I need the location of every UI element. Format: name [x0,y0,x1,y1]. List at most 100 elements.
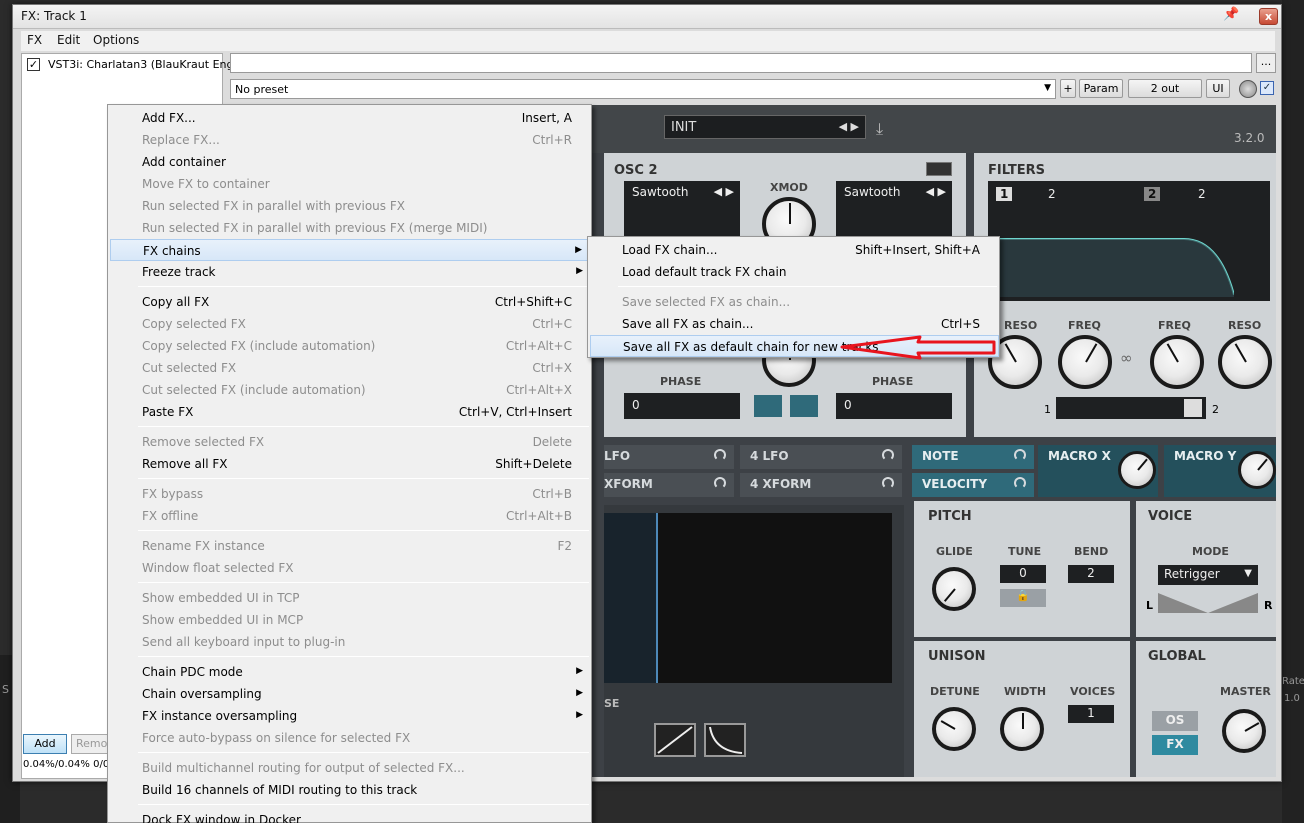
width-knob[interactable] [1000,707,1044,751]
menu-item-copy-all-fx[interactable]: Copy all FX Ctrl+Shift+C [110,291,591,313]
filter-slot-1[interactable]: 1 [996,187,1013,201]
mod-icon [882,449,894,461]
osc2-wave-left-display[interactable]: Sawtooth ◀ ▶ [624,181,740,241]
osc2-led[interactable] [926,162,952,176]
menu-item-fx-instance-oversampling[interactable]: FX instance oversampling ▶ [110,705,591,727]
filter-freq-left-knob[interactable] [1058,335,1112,389]
link-icon[interactable]: ∞ [1120,349,1133,367]
wave-nav-icon[interactable]: ◀ ▶ [714,185,734,198]
menu-item-build-multichannel-routing-for-output-of-selected-fx[interactable]: Build multichannel routing for output of… [110,757,591,779]
menu-item-chain-oversampling[interactable]: Chain oversampling ▶ [110,683,591,705]
detune-knob[interactable] [932,707,976,751]
add-fx-button[interactable]: Add [23,734,67,754]
velocity-mod-tab[interactable]: VELOCITY [912,473,1034,497]
macro-x-block[interactable]: MACRO X [1038,445,1158,497]
lfo-left-tab[interactable]: LFO [604,445,734,469]
glide-knob[interactable] [932,567,976,611]
menu-item-chain-pdc-mode[interactable]: Chain PDC mode ▶ [110,661,591,683]
voices-field[interactable]: 1 [1068,705,1114,723]
menu-item-fx-bypass[interactable]: FX bypass Ctrl+B [110,483,591,505]
fx-list-item[interactable]: ✓ VST3i: Charlatan3 (BlauKraut Eng... [25,57,244,75]
tune-field[interactable]: 0 [1000,565,1046,583]
menu-item-force-auto-bypass-on-silence-for-selected-fx[interactable]: Force auto-bypass on silence for selecte… [110,727,591,749]
menu-item-copy-selected-fx[interactable]: Copy selected FX Ctrl+C [110,313,591,335]
menu-item-save-selected-fx-as-chain[interactable]: Save selected FX as chain... [590,291,999,313]
menu-item-send-all-keyboard-input-to-plug-in[interactable]: Send all keyboard input to plug-in [110,631,591,653]
ui-button[interactable]: UI [1206,79,1230,98]
envelope-display[interactable] [604,513,892,683]
preset-nav-icon[interactable]: ◀ ▶ [839,120,859,133]
menu-item-cut-selected-fx-include-automation[interactable]: Cut selected FX (include automation) Ctrl… [110,379,591,401]
macro-y-block[interactable]: MACRO Y [1164,445,1276,497]
menu-item-load-default-track-fx-chain[interactable]: Load default track FX chain [590,261,999,283]
menu-item-fx-offline[interactable]: FX offline Ctrl+Alt+B [110,505,591,527]
menu-item-show-embedded-ui-in-tcp[interactable]: Show embedded UI in TCP [110,587,591,609]
filter-freq-right-knob[interactable] [1150,335,1204,389]
fx-name-field[interactable] [230,53,1252,73]
wet-knob-icon[interactable] [1239,80,1257,98]
menu-item-move-fx-to-container[interactable]: Move FX to container [110,173,591,195]
menu-item-fx-chains[interactable]: FX chains ▶ [110,239,591,261]
titlebar[interactable]: FX: Track 1 📌 x [13,5,1281,29]
menu-item-save-all-fx-as-chain[interactable]: Save all FX as chain... Ctrl+S [590,313,999,335]
macro-x-knob[interactable] [1118,451,1156,489]
filter-slot-2[interactable]: 2 [1144,187,1161,201]
menu-edit[interactable]: Edit [57,33,80,47]
menu-item-window-float-selected-fx[interactable]: Window float selected FX [110,557,591,579]
menu-item-load-fx-chain[interactable]: Load FX chain... Shift+Insert, Shift+A [590,239,999,261]
fx-toggle-button[interactable]: FX [1152,735,1198,755]
menu-item-paste-fx[interactable]: Paste FX Ctrl+V, Ctrl+Insert [110,401,591,423]
browse-button[interactable]: ... [1256,53,1276,73]
osc2-wave-right-display[interactable]: Sawtooth ◀ ▶ [836,181,952,241]
menu-item-add-fx[interactable]: Add FX... Insert, A [110,107,591,129]
voice-mode-dropdown[interactable]: Retrigger ▼ [1158,565,1258,585]
param-button[interactable]: Param [1079,79,1123,98]
macro-y-knob[interactable] [1238,451,1276,489]
download-icon[interactable]: ⤓ [876,119,883,139]
oversampling-button[interactable]: OS [1152,711,1198,731]
menu-item-show-embedded-ui-in-mcp[interactable]: Show embedded UI in MCP [110,609,591,631]
curve-exp-button[interactable] [704,723,746,757]
add-preset-button[interactable]: + [1060,79,1076,98]
lfo4-tab[interactable]: 4 LFO [740,445,902,469]
curve-linear-button[interactable] [654,723,696,757]
pin-icon[interactable]: 📌 [1223,7,1239,22]
osc2-phase-field-2[interactable]: 0 [836,393,952,419]
menu-item-remove-selected-fx[interactable]: Remove selected FX Delete [110,431,591,453]
osc2-wave-left: Sawtooth [632,185,689,199]
lock-icon[interactable]: 🔒 [1000,589,1046,607]
menu-item-run-selected-fx-in-parallel-with-previous-fx-merge-midi[interactable]: Run selected FX in parallel with previou… [110,217,591,239]
wave-nav-icon[interactable]: ◀ ▶ [926,185,946,198]
sync-toggle[interactable] [754,395,782,417]
menu-item-build-16-channels-of-midi-routing-to-this-track[interactable]: Build 16 channels of MIDI routing to thi… [110,779,591,801]
bend-field[interactable]: 2 [1068,565,1114,583]
filter-reso-right-knob[interactable] [1218,335,1272,389]
menu-fx[interactable]: FX [27,33,42,47]
xform-left-tab[interactable]: XFORM [604,473,734,497]
menu-options[interactable]: Options [93,33,139,47]
voices-label: VOICES [1070,685,1116,698]
unison-toggle[interactable] [790,395,818,417]
menu-item-add-container[interactable]: Add container [110,151,591,173]
menu-item-run-selected-fx-in-parallel-with-previous-fx[interactable]: Run selected FX in parallel with previou… [110,195,591,217]
voice-priority-shape[interactable] [1158,591,1258,615]
filter-display[interactable]: 1 2 2 2 [988,181,1270,301]
menu-item-replace-fx[interactable]: Replace FX... Ctrl+R [110,129,591,151]
filter-balance-slider[interactable] [1056,397,1206,419]
preset-dropdown[interactable]: No preset ▼ [230,79,1056,99]
menu-item-copy-selected-fx-include-automation[interactable]: Copy selected FX (include automation) Ctr… [110,335,591,357]
master-knob[interactable] [1222,709,1266,753]
close-button[interactable]: x [1259,8,1278,25]
menu-item-dock-fx-window-in-docker[interactable]: Dock FX window in Docker [110,809,591,823]
note-mod-tab[interactable]: NOTE [912,445,1034,469]
xform4-tab[interactable]: 4 XFORM [740,473,902,497]
fx-enabled-checkbox[interactable]: ✓ [27,58,40,71]
plugin-preset-selector[interactable]: INIT ◀ ▶ [664,115,866,139]
osc2-phase-field-1[interactable]: 0 [624,393,740,419]
menu-item-freeze-track[interactable]: Freeze track ▶ [110,261,591,283]
io-button[interactable]: 2 out [1128,79,1202,98]
menu-item-remove-all-fx[interactable]: Remove all FX Shift+Delete [110,453,591,475]
menu-item-cut-selected-fx[interactable]: Cut selected FX Ctrl+X [110,357,591,379]
fx-enable-checkbox[interactable]: ✓ [1260,81,1274,95]
menu-item-rename-fx-instance[interactable]: Rename FX instance F2 [110,535,591,557]
